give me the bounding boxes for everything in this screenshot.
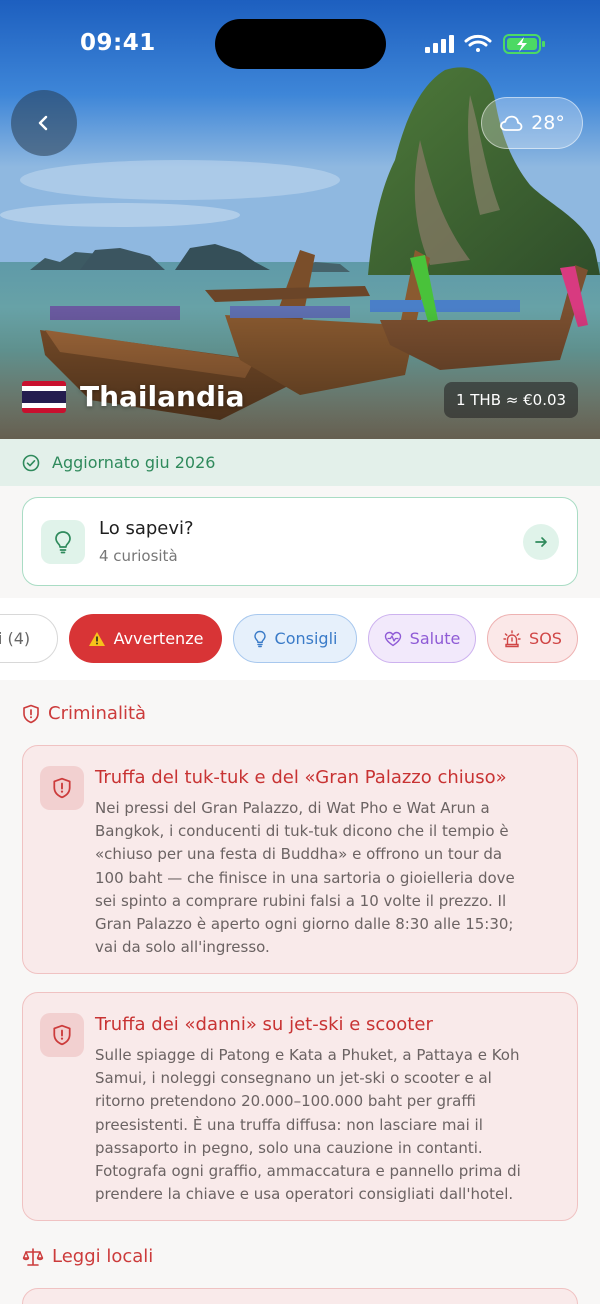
warning-card[interactable]: Truffa dei «danni» su jet-ski e scooter … — [22, 992, 578, 1221]
country-name: Thailandia — [80, 380, 245, 413]
body-line: «chiuso per una festa di Buddha» e offro… — [95, 845, 503, 864]
body-line: Bangkok, i conducenti di tuk-tuk dicono … — [95, 822, 509, 841]
body-line: ritorno pretendono 20.000–100.000 baht p… — [95, 1092, 476, 1111]
tab-avvertenze[interactable]: Avvertenze — [69, 614, 222, 663]
body-line: passaporto in pegno, solo una cauzione i… — [95, 1138, 483, 1157]
body-line: sei spinto a comprare rubini falsi a 10 … — [95, 891, 507, 910]
country-header: Thailandia — [22, 380, 245, 413]
chevron-left-icon — [38, 115, 48, 131]
body-line: Sulle spiagge di Patong e Kata a Phuket,… — [95, 1046, 520, 1064]
body-line: Fotografa ogni graffio, ammaccatura e pa… — [95, 1162, 521, 1181]
status-time: 09:41 — [80, 30, 156, 56]
signal-icon — [425, 35, 454, 53]
weather-badge[interactable]: 28° — [481, 97, 583, 149]
tab-consigli[interactable]: Consigli — [233, 614, 357, 663]
shield-alert-icon — [40, 766, 84, 810]
curiosity-card[interactable]: Lo sapevi? 4 curiosità — [22, 497, 578, 586]
warning-triangle-icon — [88, 631, 105, 646]
siren-icon — [503, 629, 521, 647]
updated-label: Aggiornato giu 2026 — [52, 453, 216, 472]
category-tabs: ni (4) Avvertenze Consigli Salute SOS — [0, 598, 600, 680]
shield-alert-icon — [23, 704, 39, 723]
thailand-flag-icon — [22, 380, 66, 413]
scales-icon — [22, 1247, 44, 1266]
curiosity-title: Lo sapevi? — [99, 518, 194, 539]
hero-image: 09:41 28° Thailandia 1 THB ≈ €0.03 — [0, 0, 600, 439]
exchange-rate-badge: 1 THB ≈ €0.03 — [444, 382, 578, 418]
section-title-crime: Criminalità — [22, 703, 146, 724]
body-line: Nei pressi del Gran Palazzo, di Wat Pho … — [95, 799, 490, 817]
tab-label: ni (4) — [0, 629, 31, 648]
wifi-icon — [464, 34, 492, 52]
dynamic-island — [215, 19, 386, 69]
back-button[interactable] — [11, 90, 77, 156]
lightbulb-icon — [41, 519, 85, 564]
temperature: 28° — [531, 112, 565, 134]
tab-label: SOS — [529, 629, 562, 648]
body-line: Samui, i noleggi consegnano un jet-ski o… — [95, 1069, 492, 1088]
status-icons — [425, 34, 545, 54]
curiosity-count: 4 curiosità — [99, 547, 178, 565]
body-line: preesistenti. È una truffa diffusa: non … — [95, 1115, 483, 1134]
battery-charging-icon — [503, 34, 545, 54]
section-title: Criminalità — [48, 703, 147, 724]
body-line: Gran Palazzo è aperto ogni giorno dalle … — [95, 915, 514, 934]
warning-card-title: Truffa del tuk-tuk e del «Gran Palazzo c… — [95, 767, 507, 788]
updated-banner: Aggiornato giu 2026 — [0, 439, 600, 486]
tab-label: Salute — [409, 629, 461, 648]
tab-curiosita[interactable]: ni (4) — [0, 614, 58, 663]
warning-card-body: Sulle spiagge di Patong e Kata a Phuket,… — [95, 1044, 565, 1206]
tab-sos[interactable]: SOS — [487, 614, 578, 663]
tab-salute[interactable]: Salute — [368, 614, 476, 663]
law-card[interactable] — [22, 1288, 578, 1304]
shield-alert-icon — [40, 1013, 84, 1057]
lightbulb-icon — [253, 630, 266, 647]
section-title: Leggi locali — [52, 1246, 154, 1267]
body-line: prendere la chiave e usa operatori consi… — [95, 1185, 514, 1204]
body-line: 100 baht — che finisce in una sartoria o… — [95, 868, 515, 887]
check-circle-icon — [22, 454, 40, 471]
warning-card-body: Nei pressi del Gran Palazzo, di Wat Pho … — [95, 797, 565, 959]
arrow-right-icon[interactable] — [523, 523, 559, 560]
tab-label: Avvertenze — [113, 629, 204, 648]
section-title-laws: Leggi locali — [22, 1246, 153, 1267]
heart-pulse-icon — [384, 631, 401, 646]
warning-card-title: Truffa dei «danni» su jet-ski e scooter — [95, 1014, 433, 1035]
warning-card[interactable]: Truffa del tuk-tuk e del «Gran Palazzo c… — [22, 745, 578, 974]
cloud-icon — [500, 115, 523, 131]
body-line: vai da solo all'ingresso. — [95, 938, 270, 957]
tab-label: Consigli — [274, 629, 338, 648]
